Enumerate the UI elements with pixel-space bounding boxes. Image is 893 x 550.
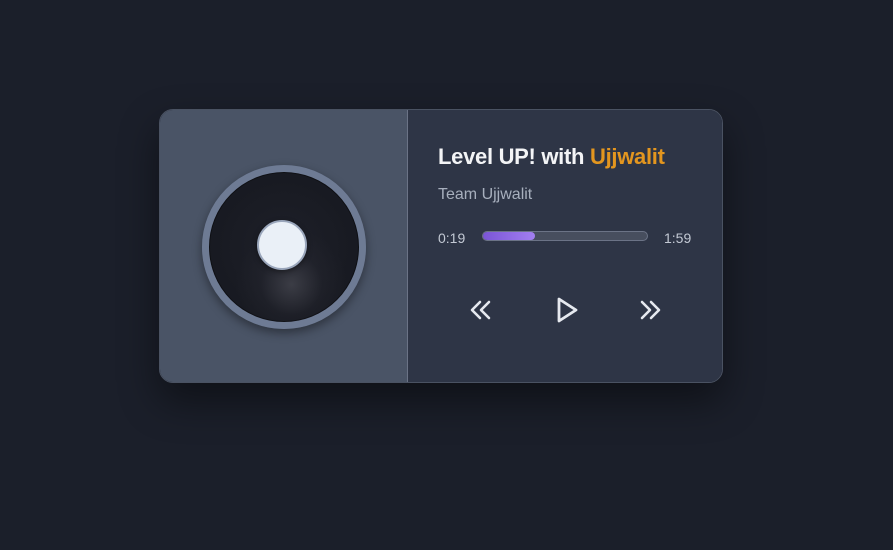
track-title: Level UP! with Ujjwalit: [438, 144, 665, 170]
artist-name: Team Ujjwalit: [438, 186, 533, 203]
play-icon: [557, 297, 578, 323]
music-player-card: Level UP! with Ujjwalit Team Ujjwalit 0:…: [159, 109, 723, 383]
play-button[interactable]: [549, 292, 585, 328]
progress-fill: [483, 232, 536, 240]
disc-center: [257, 220, 307, 270]
album-art-panel: [160, 110, 408, 382]
player-info-panel: Level UP! with Ujjwalit Team Ujjwalit 0:…: [408, 110, 722, 382]
progress-bar[interactable]: [482, 231, 648, 241]
double-chevron-right-icon: [640, 300, 661, 320]
previous-button[interactable]: [463, 292, 499, 328]
vinyl-disc: [202, 165, 366, 329]
next-button[interactable]: [632, 292, 668, 328]
double-chevron-left-icon: [470, 300, 491, 320]
total-time: 1:59: [664, 230, 692, 246]
track-title-prefix: Level UP! with: [438, 144, 590, 169]
current-time: 0:19: [438, 230, 466, 246]
track-title-accent: Ujjwalit: [589, 144, 665, 169]
